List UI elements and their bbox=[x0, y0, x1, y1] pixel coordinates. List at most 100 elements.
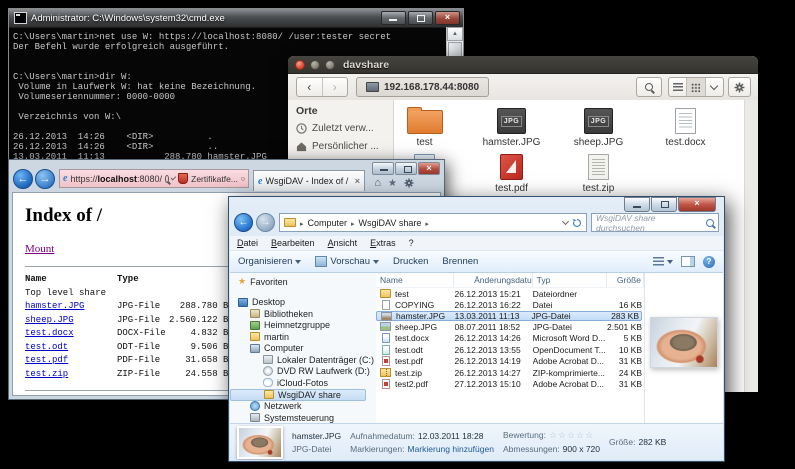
sidebar-item-computer[interactable]: Computer bbox=[230, 343, 376, 355]
back-button[interactable] bbox=[13, 169, 33, 189]
list-view-button[interactable] bbox=[669, 78, 686, 96]
minimize-button[interactable] bbox=[381, 11, 406, 25]
favorites-star-icon[interactable] bbox=[388, 177, 397, 189]
forward-button[interactable] bbox=[35, 169, 55, 189]
browser-tab[interactable]: e WsgiDAV - Index of / bbox=[253, 170, 365, 191]
close-button[interactable]: × bbox=[435, 11, 460, 25]
file-row-hamster-selected[interactable]: hamster.JPG 13.03.2011 11:13 JPG-Datei 2… bbox=[376, 311, 642, 321]
search-button[interactable] bbox=[636, 77, 662, 97]
forward-button[interactable] bbox=[256, 213, 275, 232]
minimize-button[interactable] bbox=[372, 162, 394, 175]
address-bar[interactable]: e https://localhost:8080/ Zertifikatfe..… bbox=[59, 169, 249, 188]
search-icon[interactable] bbox=[165, 175, 169, 183]
refresh-icon[interactable] bbox=[572, 218, 582, 228]
close-button[interactable]: × bbox=[418, 162, 440, 175]
chevron-down-icon[interactable] bbox=[171, 175, 176, 180]
grid-view-button[interactable] bbox=[686, 78, 705, 96]
maximize-icon[interactable] bbox=[325, 60, 335, 70]
file-item-pdf[interactable]: test.pdf bbox=[468, 148, 555, 194]
sidebar-item-home[interactable]: Persönlicher ... bbox=[296, 141, 393, 152]
certificate-error-label[interactable]: Zertifikatfe... bbox=[191, 174, 238, 184]
file-row-sheep[interactable]: sheep.JPG 08.07.2011 18:52 JPG-Datei 2.5… bbox=[376, 321, 644, 333]
preview-pane-icon[interactable] bbox=[681, 256, 695, 267]
file-item-zip[interactable]: test.zip bbox=[555, 148, 642, 194]
maximize-button[interactable] bbox=[651, 197, 677, 212]
file-link[interactable]: test.docx bbox=[25, 328, 74, 338]
file-link[interactable]: test.odt bbox=[25, 342, 68, 352]
preview-button[interactable]: Vorschau bbox=[315, 256, 379, 267]
sidebar-item-dvd-laufwerk[interactable]: DVD RW Laufwerk (D:) bbox=[230, 366, 376, 378]
gear-icon[interactable] bbox=[404, 178, 414, 188]
sidebar-item-wsgidav-share[interactable]: WsgiDAV share bbox=[230, 389, 366, 401]
home-icon[interactable] bbox=[374, 177, 381, 189]
file-row-odt[interactable]: test.odt 26.12.2013 13:55 OpenDocument T… bbox=[376, 344, 644, 356]
rating-stars[interactable]: ☆☆☆☆☆ bbox=[549, 430, 594, 441]
file-row-test[interactable]: test 26.12.2013 15:21 Dateiordner bbox=[376, 288, 644, 300]
file-link[interactable]: hamster.JPG bbox=[25, 301, 84, 311]
sidebar-item-lokaler-datentraeger[interactable]: Lokaler Datenträger (C:) bbox=[230, 354, 376, 366]
file-link[interactable]: test.zip bbox=[25, 369, 68, 379]
breadcrumb-wsgidav-share[interactable]: WsgiDAV share bbox=[349, 218, 421, 228]
breadcrumb-computer[interactable]: Computer bbox=[298, 218, 347, 228]
maximize-button[interactable] bbox=[408, 11, 433, 25]
change-view-button[interactable] bbox=[653, 257, 673, 266]
file-item-hamster[interactable]: JPG hamster.JPG bbox=[468, 102, 555, 148]
sidebar-item-systemsteuerung[interactable]: Systemsteuerung bbox=[230, 412, 376, 423]
menu-ansicht[interactable]: Ansicht bbox=[328, 238, 358, 248]
scroll-up-icon[interactable]: ▲ bbox=[447, 27, 463, 41]
print-button[interactable]: Drucken bbox=[393, 256, 428, 267]
column-header-name[interactable]: Name bbox=[376, 273, 454, 287]
close-icon[interactable] bbox=[295, 60, 305, 70]
column-header-size[interactable]: Größe bbox=[607, 273, 644, 287]
forward-button[interactable] bbox=[323, 78, 348, 96]
file-row-copying[interactable]: COPYING 26.12.2013 16:22 Datei 16 KB bbox=[376, 300, 644, 312]
location-button[interactable]: 192.168.178.44:8080 bbox=[356, 77, 489, 97]
close-button[interactable]: × bbox=[678, 197, 716, 212]
mount-link[interactable]: Mount bbox=[25, 243, 54, 255]
column-header-type[interactable]: Typ bbox=[533, 273, 607, 287]
address-bar[interactable]: Computer WsgiDAV share bbox=[279, 213, 587, 232]
tab-close-icon[interactable] bbox=[355, 176, 360, 186]
settings-button[interactable] bbox=[728, 77, 751, 97]
column-header-date[interactable]: Änderungsdatum bbox=[454, 273, 533, 287]
minimize-icon[interactable] bbox=[310, 60, 320, 70]
back-button[interactable] bbox=[297, 78, 323, 96]
sidebar-item-desktop[interactable]: Desktop bbox=[230, 297, 376, 309]
burn-button[interactable]: Brennen bbox=[442, 256, 478, 267]
search-input[interactable]: WsgiDAV share durchsuchen bbox=[591, 213, 719, 232]
file-row-zip[interactable]: test.zip 26.12.2013 14:27 ZIP-komprimier… bbox=[376, 367, 644, 379]
hamster-photo-preview[interactable] bbox=[650, 317, 718, 368]
chevron-down-icon[interactable] bbox=[562, 218, 569, 225]
file-item-test[interactable]: test bbox=[394, 102, 468, 148]
sidebar-item-bibliotheken[interactable]: Bibliotheken bbox=[230, 308, 376, 320]
file-row-docx[interactable]: test.docx 26.12.2013 14:26 Microsoft Wor… bbox=[376, 333, 644, 345]
organize-button[interactable]: Organisieren bbox=[238, 256, 301, 267]
minimize-button[interactable] bbox=[624, 197, 650, 212]
file-link[interactable]: sheep.JPG bbox=[25, 315, 74, 325]
menu-bearbeiten[interactable]: Bearbeiten bbox=[271, 238, 315, 248]
column-type: Type bbox=[117, 273, 169, 287]
file-row-pdf[interactable]: test.pdf 26.12.2013 14:19 Adobe Acrobat … bbox=[376, 356, 644, 368]
sidebar-item-icloud-fotos[interactable]: iCloud-Fotos bbox=[230, 377, 376, 389]
file-row-pdf2[interactable]: test2.pdf 27.12.2013 15:10 Adobe Acrobat… bbox=[376, 379, 644, 391]
menu-datei[interactable]: Datei bbox=[237, 238, 258, 248]
maximize-button[interactable] bbox=[395, 162, 417, 175]
sidebar-item-recent[interactable]: Zuletzt verw... bbox=[296, 123, 393, 134]
sidebar-item-heimnetzgruppe[interactable]: Heimnetzgruppe bbox=[230, 320, 376, 332]
menu-extras[interactable]: Extras bbox=[370, 238, 396, 248]
add-tag-link[interactable]: Markierung hinzufügen bbox=[407, 444, 493, 454]
file-item-docx[interactable]: test.docx bbox=[642, 102, 729, 148]
cmd-titlebar[interactable]: Administrator: C:\Windows\system32\cmd.e… bbox=[9, 9, 463, 28]
view-options-button[interactable] bbox=[706, 78, 723, 96]
back-button[interactable] bbox=[234, 213, 253, 232]
davshare-titlebar[interactable]: davshare bbox=[288, 56, 758, 74]
help-icon[interactable] bbox=[703, 256, 715, 268]
breadcrumb-chevron-icon[interactable] bbox=[423, 218, 429, 228]
sidebar-item-favoriten[interactable]: Favoriten bbox=[230, 276, 376, 288]
refresh-icon[interactable] bbox=[241, 174, 245, 184]
file-link[interactable]: test.pdf bbox=[25, 355, 68, 365]
menu-help[interactable]: ? bbox=[409, 238, 414, 248]
file-item-sheep[interactable]: JPG sheep.JPG bbox=[555, 102, 642, 148]
sidebar-item-martin[interactable]: martin bbox=[230, 331, 376, 343]
sidebar-item-netzwerk[interactable]: Netzwerk bbox=[230, 401, 376, 413]
